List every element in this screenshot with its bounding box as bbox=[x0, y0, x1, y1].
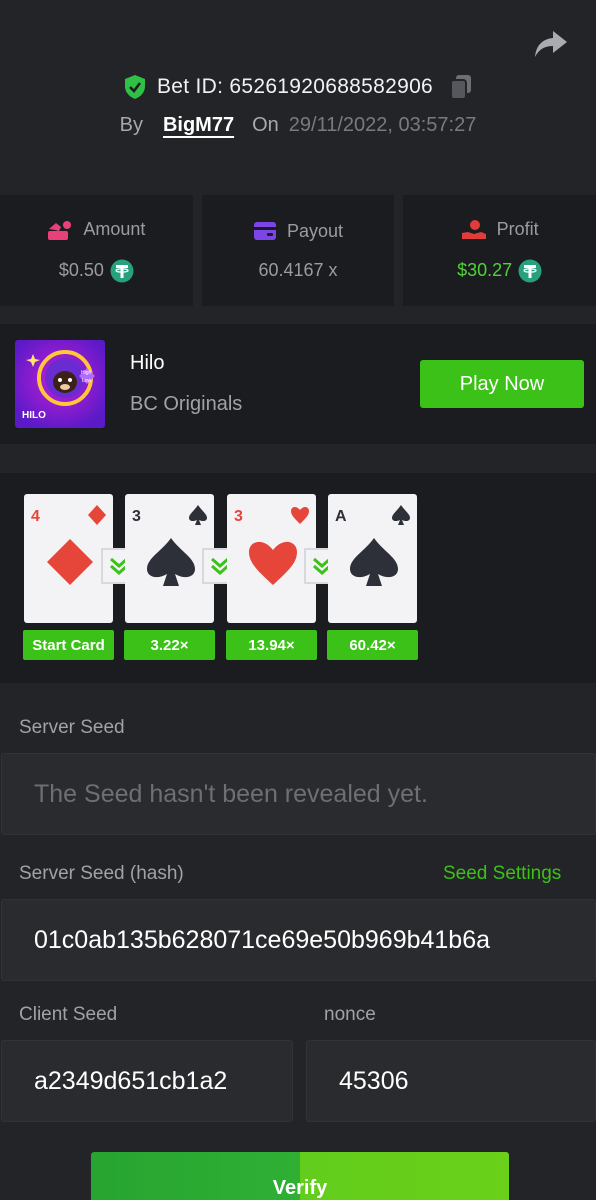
bet-id-row: Bet ID: 65261920688582906 bbox=[0, 74, 596, 100]
multiplier-badge: 13.94× bbox=[226, 630, 317, 660]
on-label: On bbox=[252, 114, 279, 136]
card-rank: 4 bbox=[31, 508, 40, 525]
amount-stat: Amount $0.50 bbox=[0, 195, 193, 306]
by-label: By bbox=[119, 114, 143, 136]
card-4-diamonds: 4 bbox=[24, 494, 113, 623]
amount-label: Amount bbox=[83, 219, 146, 239]
profit-value: $30.27 bbox=[457, 260, 513, 280]
server-seed-label: Server Seed bbox=[19, 717, 125, 738]
server-hash-field[interactable]: 01c0ab135b628071ce69e50b969b41b6a bbox=[1, 899, 596, 981]
copy-icon[interactable] bbox=[449, 74, 473, 100]
amount-value: $0.50 bbox=[58, 260, 104, 280]
server-seed-field[interactable]: The Seed hasn't been revealed yet. bbox=[1, 753, 596, 835]
amount-icon bbox=[48, 220, 72, 240]
game-name: Hilo bbox=[130, 352, 165, 374]
payout-value: 60.4167 x bbox=[258, 260, 338, 280]
spade-suit-icon bbox=[189, 505, 207, 525]
thumb-label: HILO bbox=[22, 410, 46, 421]
game-thumbnail[interactable]: High Low HILO bbox=[15, 340, 105, 428]
game-category: BC Originals bbox=[130, 393, 243, 415]
multiplier-badge: 60.42× bbox=[327, 630, 418, 660]
shield-check-icon bbox=[124, 75, 145, 99]
nonce-field[interactable]: 45306 bbox=[306, 1040, 596, 1122]
cards-panel: 4 3 3 A Start Card 3.22× 13.94× 60.42× bbox=[0, 473, 596, 683]
client-seed-label: Client Seed bbox=[19, 1004, 118, 1025]
card-rank: A bbox=[335, 508, 347, 525]
spade-suit-icon bbox=[147, 538, 195, 586]
diamond-suit-icon bbox=[47, 539, 93, 585]
card-rank: 3 bbox=[132, 508, 141, 525]
bet-id-text: Bet ID: 65261920688582906 bbox=[156, 75, 434, 98]
nonce-label: nonce bbox=[324, 1004, 376, 1025]
card-3-hearts: 3 bbox=[227, 494, 316, 623]
username-link[interactable]: BigM77 bbox=[163, 114, 234, 137]
profit-label: Profit bbox=[496, 219, 539, 239]
thumb-high: High bbox=[81, 370, 92, 376]
heart-suit-icon bbox=[291, 507, 309, 524]
diamond-suit-icon bbox=[88, 505, 106, 525]
multiplier-badge: Start Card bbox=[23, 630, 114, 660]
play-now-button[interactable]: Play Now bbox=[420, 360, 584, 408]
payout-label: Payout bbox=[286, 220, 344, 241]
profit-stat: Profit $30.27 bbox=[403, 195, 596, 306]
hand-coin-icon bbox=[461, 219, 486, 239]
byline: By BigM77 On 29/11/2022, 03:57:27 bbox=[0, 114, 596, 137]
server-hash-label: Server Seed (hash) bbox=[19, 863, 184, 884]
multiplier-badge: 3.22× bbox=[124, 630, 215, 660]
wallet-icon bbox=[253, 222, 276, 240]
card-3-spades: 3 bbox=[125, 494, 214, 623]
bet-stats: Amount $0.50 Payout 60.4167 x Profit $30… bbox=[0, 195, 596, 306]
thumb-low: Low bbox=[82, 378, 92, 384]
share-icon[interactable] bbox=[533, 28, 569, 60]
spade-suit-icon bbox=[392, 505, 410, 525]
verify-label: Verify bbox=[272, 1176, 328, 1199]
card-rank: 3 bbox=[234, 508, 243, 525]
card-ace-spades: A bbox=[328, 494, 417, 623]
spade-suit-icon bbox=[350, 538, 398, 586]
heart-suit-icon bbox=[249, 541, 297, 585]
payout-stat: Payout 60.4167 x bbox=[201, 195, 395, 306]
tether-icon bbox=[110, 259, 134, 282]
client-seed-field[interactable]: a2349d651cb1a2 bbox=[1, 1040, 293, 1122]
verify-button[interactable]: Verify bbox=[91, 1152, 509, 1200]
seed-settings-link[interactable]: Seed Settings bbox=[443, 863, 561, 885]
bet-datetime: 29/11/2022, 03:57:27 bbox=[288, 114, 477, 136]
tether-icon bbox=[518, 259, 542, 282]
